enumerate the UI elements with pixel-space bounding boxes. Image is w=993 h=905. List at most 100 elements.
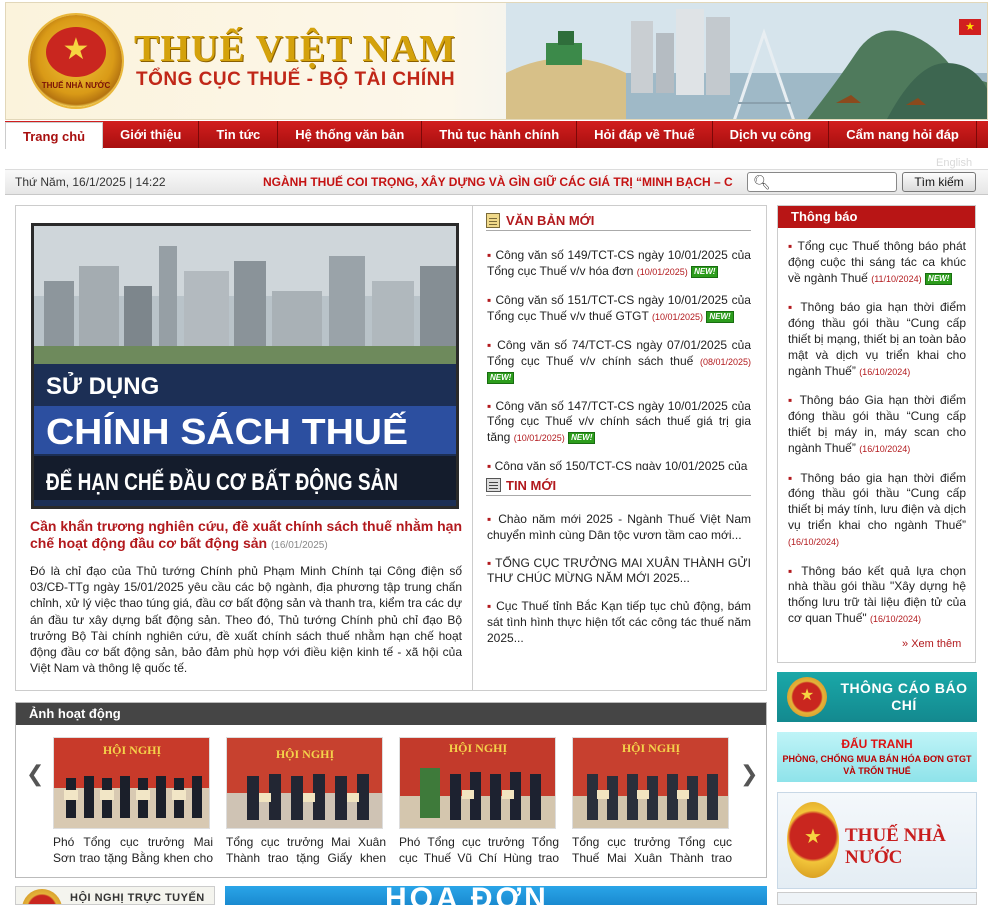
carousel-next-arrow-icon[interactable]: ❯ — [740, 761, 758, 787]
featured-article-date: (16/01/2025) — [270, 540, 328, 551]
english-flag-icon[interactable] — [959, 19, 981, 35]
featured-image-line1: SỬ DỤNG — [46, 371, 159, 400]
photo-caption[interactable]: Phó Tổng cục trưởng Mai Sơn trao tặng Bằ… — [53, 835, 213, 868]
bullet-icon: ▪ — [788, 300, 795, 315]
state-tax-banner[interactable]: THUẾ NHÀ NƯỚC — [777, 792, 977, 889]
notice-item-date: (16/10/2024) — [859, 366, 911, 377]
photo-card[interactable]: HỘI NGHỊ Tổng cục trưởng Mai Xuân Thành … — [226, 737, 386, 868]
document-item[interactable]: ▪ Công văn số 151/TCT-CS ngày 10/01/2025… — [487, 293, 751, 325]
info-bar: Thứ Năm, 16/1/2025 | 14:22 NGÀNH THUẾ CO… — [5, 169, 988, 195]
photo-image: HỘI NGHỊ — [400, 738, 555, 828]
document-item[interactable]: ▪ Công văn số 150/TCT-CS ngày 10/01/2025… — [487, 459, 751, 470]
featured-title-text[interactable]: Cần khẩn trương nghiên cứu, đề xuất chín… — [30, 518, 462, 551]
new-badge-icon: NEW! — [691, 265, 719, 278]
news-item-text[interactable]: Cục Thuế tỉnh Bắc Kạn tiếp tục chủ động,… — [487, 599, 751, 645]
notice-item-date: (16/10/2024) — [788, 536, 840, 547]
notice-item-text[interactable]: Thông báo gia hạn thời điểm đóng thầu gó… — [788, 471, 966, 532]
slide-title: HỘI NGHỊ — [449, 741, 508, 755]
documents-heading: VĂN BẢN MỚI — [486, 211, 751, 231]
nav-administrative-procedures[interactable]: Thủ tục hành chính — [422, 121, 578, 148]
document-icon — [486, 213, 500, 228]
state-tax-label: THUẾ NHÀ NƯỚC — [845, 825, 946, 868]
news-item[interactable]: ▪ TỔNG CỤC TRƯỞNG MAI XUÂN THÀNH GỬI THƯ… — [487, 556, 751, 588]
documents-list: ▪ Công văn số 149/TCT-CS ngày 10/01/2025… — [487, 248, 751, 470]
anti-fraud-subtitle: PHÒNG, CHỐNG MUA BÁN HÓA ĐƠN GTGT VÀ TRỐ… — [782, 754, 972, 776]
photo-card[interactable]: HỘI NGHỊ Phó Tổng cục trưởng Tổng cục Th… — [399, 737, 559, 868]
news-item-text[interactable]: Chào năm mới 2025 - Ngành Thuế Việt Nam … — [487, 512, 751, 542]
e-invoice-banner[interactable]: HÓA ĐƠN — [225, 886, 767, 905]
bullet-icon: ▪ — [487, 512, 494, 526]
document-item[interactable]: ▪ Công văn số 74/TCT-CS ngày 07/01/2025 … — [487, 338, 751, 386]
online-conference-banner[interactable]: HỘI NGHỊ TRỰC TUYẾN — [15, 886, 215, 905]
document-item-date: (08/01/2025) — [699, 356, 751, 367]
document-item-date: (10/01/2025) — [651, 311, 704, 322]
photo-card[interactable]: HỘI NGHỊ Phó Tổng cục trưởng Mai Sơn tra… — [53, 737, 213, 868]
slide-title: HỘI NGHỊ — [276, 747, 335, 761]
main-content: SỬ DỤNG CHÍNH SÁCH THUẾ ĐỂ HẠN CHẾ ĐẦU C… — [15, 205, 767, 691]
nav-about[interactable]: Giới thiệu — [103, 121, 200, 148]
nav-handbook-qa[interactable]: Cẩm nang hỏi đáp — [829, 121, 977, 148]
anti-fraud-title: ĐẤU TRANH — [841, 737, 913, 751]
featured-article-image[interactable]: SỬ DỤNG CHÍNH SÁCH THUẾ ĐỂ HẠN CHẾ ĐẦU C… — [31, 223, 459, 509]
bullet-icon: ▪ — [788, 563, 796, 578]
document-item-text[interactable]: Công văn số 150/TCT-CS ngày 10/01/2025 c… — [495, 459, 748, 470]
photo-thumbnail[interactable]: HỘI NGHỊ — [399, 737, 556, 829]
search-input[interactable] — [770, 174, 894, 190]
tax-seal-icon — [22, 889, 62, 904]
featured-article-title[interactable]: Cần khẩn trương nghiên cứu, đề xuất chín… — [30, 518, 462, 554]
documents-heading-label: VĂN BẢN MỚI — [506, 213, 595, 228]
document-item[interactable]: ▪ Công văn số 147/TCT-CS ngày 10/01/2025… — [487, 399, 751, 447]
nav-public-services[interactable]: Dịch vụ công — [713, 121, 830, 148]
photo-activities-heading: Ảnh hoạt động — [16, 703, 766, 725]
photo-thumbnail[interactable]: HỘI NGHỊ — [226, 737, 383, 829]
bullet-icon: ▪ — [487, 555, 492, 570]
news-ticker[interactable]: NGÀNH THUẾ COI TRỌNG, XÂY DỰNG VÀ GÌN GI… — [263, 175, 733, 189]
tax-emblem-logo[interactable]: ★ THUẾ NHÀ NƯỚC — [30, 15, 122, 107]
see-more-label[interactable]: Xem thêm — [911, 638, 961, 650]
notices-list: ▪ Tổng cục Thuế thông báo phát động cuộc… — [788, 239, 966, 641]
nav-legal-documents[interactable]: Hệ thống văn bản — [278, 121, 423, 148]
news-item[interactable]: ▪ Chào năm mới 2025 - Ngành Thuế Việt Na… — [487, 512, 751, 544]
english-link[interactable]: English — [936, 157, 972, 169]
photo-caption[interactable]: Tổng cục trưởng Tổng cục Thuế Mai Xuân T… — [572, 835, 732, 868]
bullet-icon: ▪ — [487, 599, 493, 614]
photo-caption[interactable]: Tổng cục trưởng Mai Xuân Thành trao tặng… — [226, 835, 386, 868]
photo-image: HỘI NGHỊ — [227, 738, 382, 828]
slide-title: HỘI NGHỊ — [103, 743, 162, 757]
photo-thumbnail[interactable]: HỘI NGHỊ — [572, 737, 729, 829]
bottom-right-banner[interactable] — [777, 892, 977, 905]
carousel-prev-arrow-icon[interactable]: ❮ — [26, 761, 44, 787]
notice-item-date: (16/10/2024) — [869, 613, 922, 624]
notice-item-date: (16/10/2024) — [859, 443, 911, 454]
notice-item[interactable]: ▪ Thông báo Gia hạn thời điểm đóng thầu … — [788, 393, 966, 457]
notice-item[interactable]: ▪ Thông báo gia hạn thời điểm đóng thầu … — [788, 471, 966, 551]
nav-tax-qa[interactable]: Hỏi đáp về Thuế — [577, 121, 713, 148]
photo-caption[interactable]: Phó Tổng cục trưởng Tổng cục Thuế Vũ Chí… — [399, 835, 559, 868]
notice-item[interactable]: ▪ Tổng cục Thuế thông báo phát động cuộc… — [788, 239, 966, 287]
notices-panel: Thông báo ▪ Tổng cục Thuế thông báo phát… — [777, 205, 976, 663]
featured-image-graphic: SỬ DỤNG CHÍNH SÁCH THUẾ ĐỂ HẠN CHẾ ĐẦU C… — [34, 226, 456, 506]
header-landscape-image — [506, 3, 987, 119]
news-item-text[interactable]: TỔNG CỤC TRƯỞNG MAI XUÂN THÀNH GỬI THƯ C… — [487, 556, 751, 586]
photo-card[interactable]: HỘI NGHỊ Tổng cục trưởng Tổng cục Thuế M… — [572, 737, 732, 868]
photo-thumbnail[interactable]: HỘI NGHỊ — [53, 737, 210, 829]
anti-fraud-banner[interactable]: ĐẤU TRANH PHÒNG, CHỐNG MUA BÁN HÓA ĐƠN G… — [777, 732, 977, 782]
document-item[interactable]: ▪ Công văn số 149/TCT-CS ngày 10/01/2025… — [487, 248, 751, 280]
document-item-date: (10/01/2025) — [513, 432, 565, 443]
e-invoice-label: HÓA ĐƠN — [385, 886, 549, 905]
emblem-text: THUẾ NHÀ NƯỚC — [41, 81, 111, 90]
notice-item[interactable]: ▪ Thông báo kết quả lựa chọn nhà thầu gó… — [788, 564, 966, 628]
featured-image-line2: CHÍNH SÁCH THUẾ — [46, 411, 408, 452]
search-button[interactable]: Tìm kiếm — [902, 172, 976, 192]
news-item[interactable]: ▪ Cục Thuế tỉnh Bắc Kạn tiếp tục chủ độn… — [487, 599, 751, 646]
notice-item-date: (11/10/2024) — [871, 273, 922, 284]
bullet-icon: ▪ — [487, 338, 493, 352]
bullet-icon: ▪ — [487, 398, 492, 413]
notice-item[interactable]: ▪ Thông báo gia hạn thời điểm đóng thầu … — [788, 300, 966, 380]
see-more-link[interactable]: » Xem thêm — [902, 638, 961, 650]
main-navigation: Trang chủ Giới thiệu Tin tức Hệ thống vă… — [5, 121, 988, 149]
nav-news[interactable]: Tin tức — [199, 121, 279, 148]
photo-image: HỘI NGHỊ — [54, 738, 209, 828]
nav-home[interactable]: Trang chủ — [5, 122, 104, 149]
press-release-banner[interactable]: THÔNG CÁO BÁO CHÍ — [777, 672, 977, 722]
